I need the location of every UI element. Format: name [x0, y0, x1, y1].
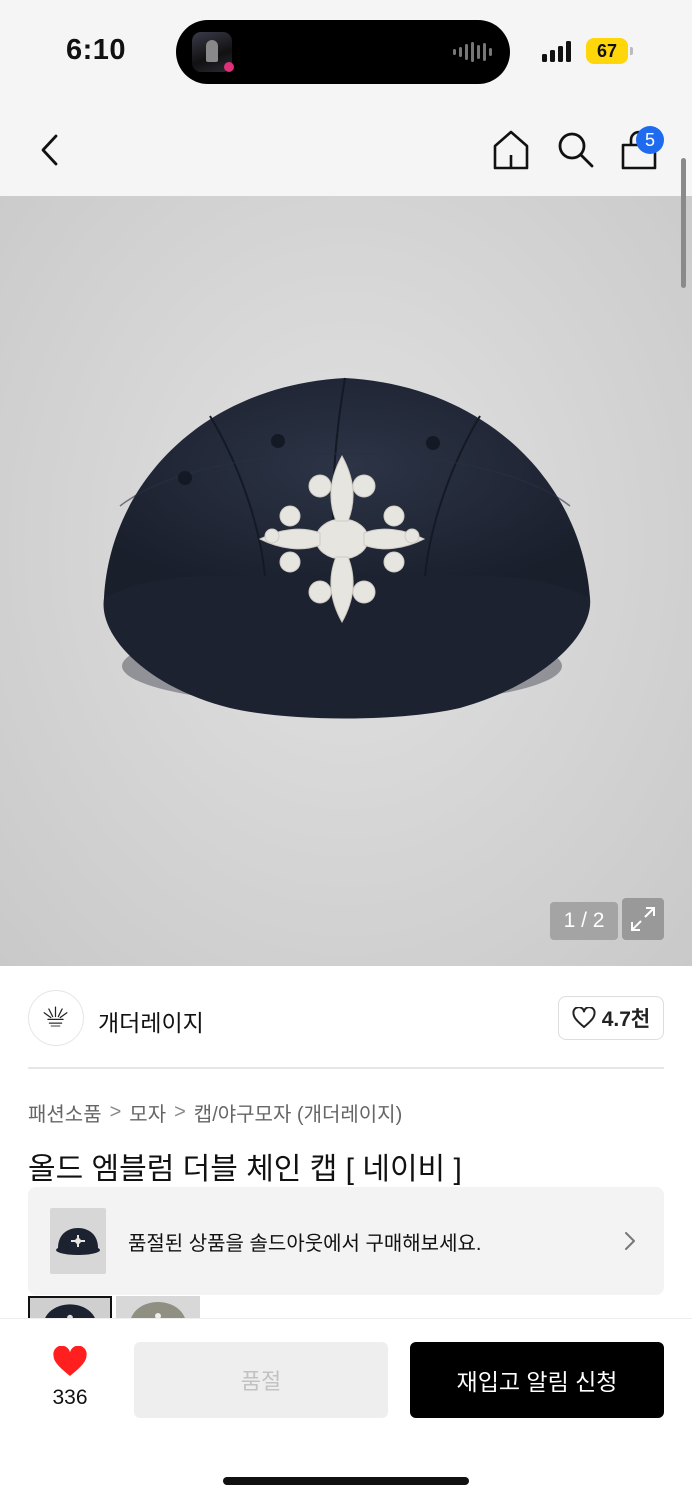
scrollbar-thumb[interactable] — [681, 158, 686, 288]
cart-count-badge[interactable]: 5 — [636, 126, 664, 154]
product-image-cap — [103, 377, 591, 719]
product-image-gallery[interactable] — [0, 196, 692, 966]
heart-filled-icon[interactable] — [52, 1346, 88, 1378]
soldout-button: 품절 — [134, 1342, 388, 1418]
soldout-marketplace-banner[interactable]: 품절된 상품을 솔드아웃에서 구매해보세요. — [28, 1187, 664, 1295]
app-header — [0, 100, 692, 196]
breadcrumb: 패션소품 > 모자 > 캡/야구모자 (개더레이지) — [28, 1098, 402, 1127]
brand-like-count: 4.7천 — [601, 1008, 651, 1031]
brand-name[interactable]: 개더레이지 — [98, 1004, 204, 1038]
status-bar: 6:10 67 — [0, 0, 692, 100]
brand-logo[interactable] — [28, 990, 84, 1046]
breadcrumb-item-fashion[interactable]: 패션소품 — [28, 1098, 102, 1127]
cellular-signal-icon — [542, 40, 571, 62]
soldout-banner-thumbnail — [50, 1208, 106, 1274]
chevron-right-icon — [625, 1232, 635, 1250]
breadcrumb-separator: > — [109, 1101, 122, 1123]
home-icon[interactable] — [490, 128, 532, 172]
home-indicator[interactable] — [223, 1477, 469, 1485]
back-icon[interactable] — [34, 130, 68, 170]
audio-waveform-icon — [453, 42, 492, 62]
product-like-count: 336 — [52, 1386, 88, 1409]
dynamic-island[interactable] — [176, 20, 510, 84]
breadcrumb-item-caps[interactable]: 캡/야구모자 (개더레이지) — [194, 1098, 402, 1127]
battery-cap — [630, 47, 633, 55]
heart-outline-icon — [572, 1007, 596, 1028]
search-icon[interactable] — [556, 130, 596, 170]
breadcrumb-separator: > — [174, 1101, 186, 1123]
breadcrumb-item-hats[interactable]: 모자 — [129, 1098, 166, 1127]
status-time: 6:10 — [66, 34, 127, 66]
brand-emblem-icon — [43, 1006, 68, 1027]
restock-alert-button[interactable]: 재입고 알림 신청 — [410, 1342, 664, 1418]
section-divider — [28, 1067, 664, 1069]
battery-indicator: 67 — [586, 38, 628, 64]
expand-icon[interactable] — [622, 898, 664, 940]
brand-like-button[interactable]: 4.7천 — [558, 996, 664, 1040]
app-indicator-dot — [224, 62, 234, 72]
product-title: 올드 엠블럼 더블 체인 캡 [ 네이비 ] — [28, 1153, 462, 1186]
image-pager: 1 / 2 — [550, 902, 618, 940]
soldout-banner-text: 품절된 상품을 솔드아웃에서 구매해보세요. — [128, 1233, 482, 1255]
